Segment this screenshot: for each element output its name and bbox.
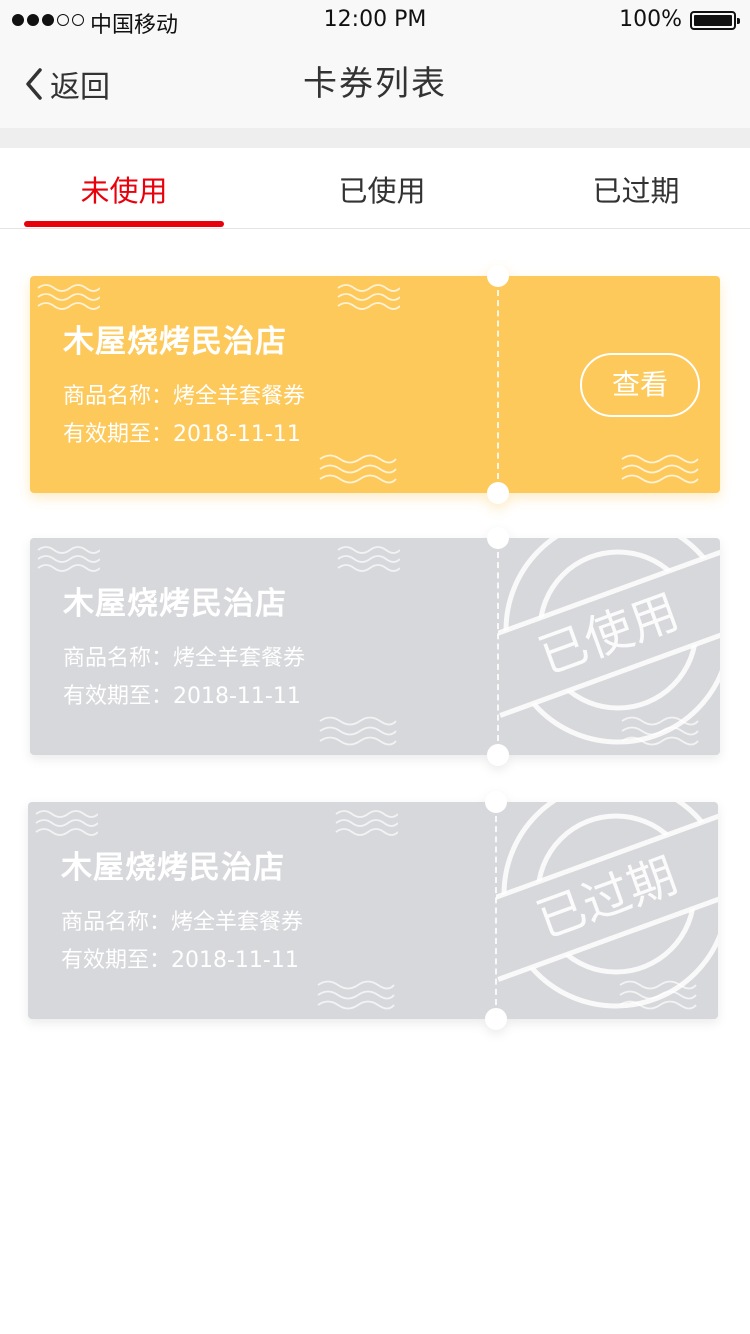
coupon-card-used[interactable]: 木屋烧烤民治店 商品名称：烤全羊套餐券 有效期至：2018-11-11 已使用 <box>30 527 720 766</box>
wave-decoration-icon <box>37 284 100 310</box>
ticket-notch <box>487 265 509 287</box>
wave-decoration-icon <box>37 546 100 572</box>
tab-bar: 未使用 已使用 已过期 <box>0 148 750 229</box>
status-bar: 中国移动 12:00 PM 100% <box>0 0 750 40</box>
tab-used[interactable]: 已使用 <box>282 148 482 228</box>
wave-decoration-icon <box>337 284 400 310</box>
ticket-notch <box>487 527 509 549</box>
coupon-card-expired[interactable]: 木屋烧烤民治店 商品名称：烤全羊套餐券 有效期至：2018-11-11 已过期 <box>28 791 718 1030</box>
perforation-line <box>495 816 497 1005</box>
coupon-main: 木屋烧烤民治店 商品名称：烤全羊套餐券 有效期至：2018-11-11 <box>28 802 496 1019</box>
coupon-main: 木屋烧烤民治店 商品名称：烤全羊套餐券 有效期至：2018-11-11 <box>30 276 498 493</box>
coupon-stub: 已过期 <box>496 802 718 1019</box>
tab-expired[interactable]: 已过期 <box>536 148 736 228</box>
header-divider <box>0 128 750 148</box>
tab-unused[interactable]: 未使用 <box>24 148 224 228</box>
perforation-line <box>497 290 499 479</box>
ticket-notch <box>485 791 507 813</box>
used-stamp-icon: 已使用 <box>498 538 720 745</box>
wave-decoration-icon <box>319 716 397 746</box>
active-tab-indicator <box>24 221 224 227</box>
ticket-notch <box>487 744 509 766</box>
wave-decoration-icon <box>35 810 98 836</box>
product-name: 商品名称：烤全羊套餐券 <box>61 910 304 935</box>
ticket-notch <box>487 482 509 504</box>
wave-decoration-icon <box>335 810 398 836</box>
page-title: 卡券列表 <box>303 64 447 104</box>
battery-full-icon <box>690 11 740 30</box>
product-name: 商品名称：烤全羊套餐券 <box>63 646 306 671</box>
battery-percent: 100% <box>619 7 682 32</box>
expired-stamp-icon: 已过期 <box>496 802 718 1009</box>
wave-decoration-icon <box>319 454 397 484</box>
wave-decoration-icon <box>317 980 395 1010</box>
wave-decoration-icon <box>621 454 699 484</box>
expiry-date: 有效期至：2018-11-11 <box>61 948 299 973</box>
coupon-stub: 查看 <box>498 276 720 493</box>
ticket-notch <box>485 1008 507 1030</box>
nav-bar: 返回 卡券列表 <box>0 40 750 128</box>
product-name: 商品名称：烤全羊套餐券 <box>63 384 306 409</box>
wave-decoration-icon <box>337 546 400 572</box>
coupon-card-unused[interactable]: 木屋烧烤民治店 商品名称：烤全羊套餐券 有效期至：2018-11-11 查看 <box>30 265 720 504</box>
store-name: 木屋烧烤民治店 <box>63 324 287 360</box>
coupon-stub: 已使用 <box>498 538 720 755</box>
expiry-date: 有效期至：2018-11-11 <box>63 684 301 709</box>
coupon-main: 木屋烧烤民治店 商品名称：烤全羊套餐券 有效期至：2018-11-11 <box>30 538 498 755</box>
store-name: 木屋烧烤民治店 <box>61 850 285 886</box>
expiry-date: 有效期至：2018-11-11 <box>63 422 301 447</box>
view-coupon-button[interactable]: 查看 <box>580 353 700 417</box>
perforation-line <box>497 552 499 741</box>
store-name: 木屋烧烤民治店 <box>63 586 287 622</box>
